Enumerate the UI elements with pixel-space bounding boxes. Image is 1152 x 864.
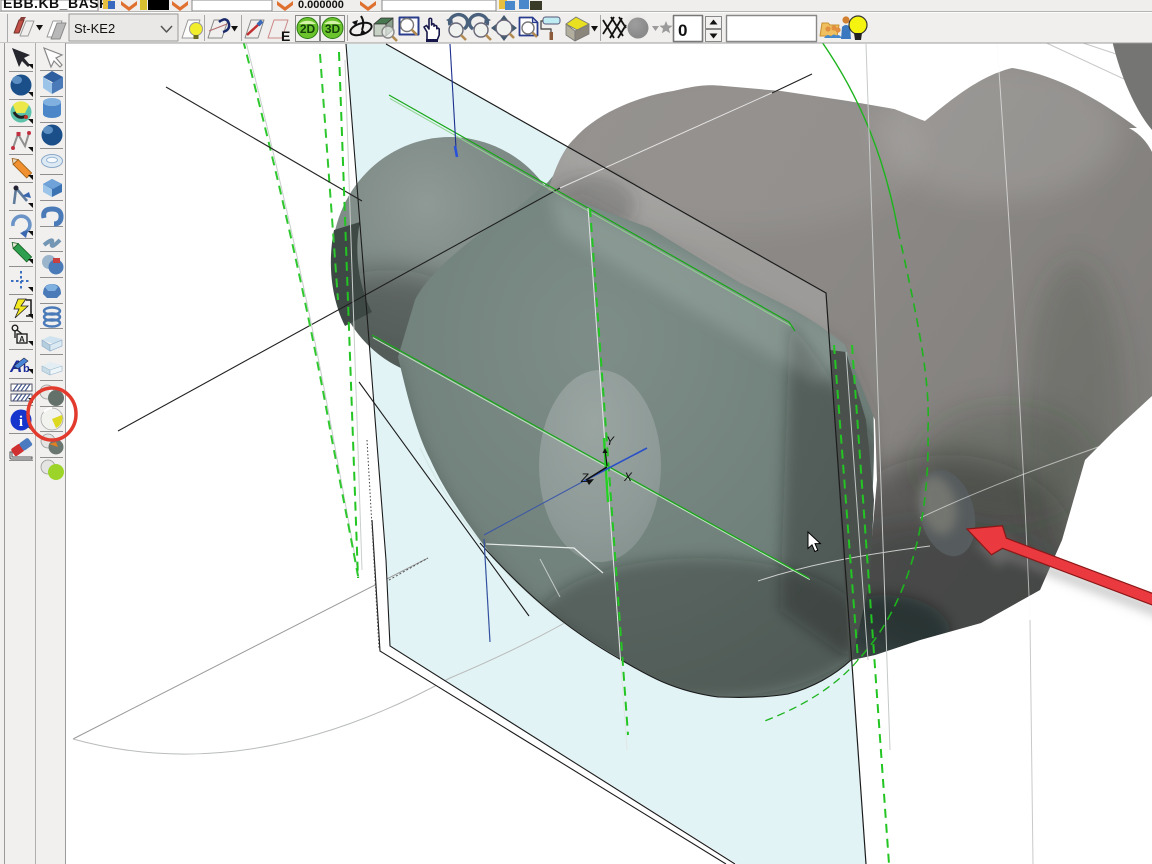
svg-text:0.000000: 0.000000 (298, 0, 344, 11)
svg-text:EBB.KB_BASP: EBB.KB_BASP (3, 0, 109, 11)
svg-text:0: 0 (678, 21, 687, 40)
svg-text:Y: Y (606, 434, 615, 448)
svg-text:i: i (19, 414, 23, 430)
svg-text:A: A (19, 335, 25, 344)
svg-text:St-KE2: St-KE2 (74, 21, 115, 36)
svg-text:Z: Z (580, 471, 589, 485)
svg-text:E: E (281, 28, 290, 44)
svg-text:3D: 3D (325, 22, 341, 36)
svg-text:X: X (623, 470, 633, 484)
svg-text:2D: 2D (300, 22, 316, 36)
